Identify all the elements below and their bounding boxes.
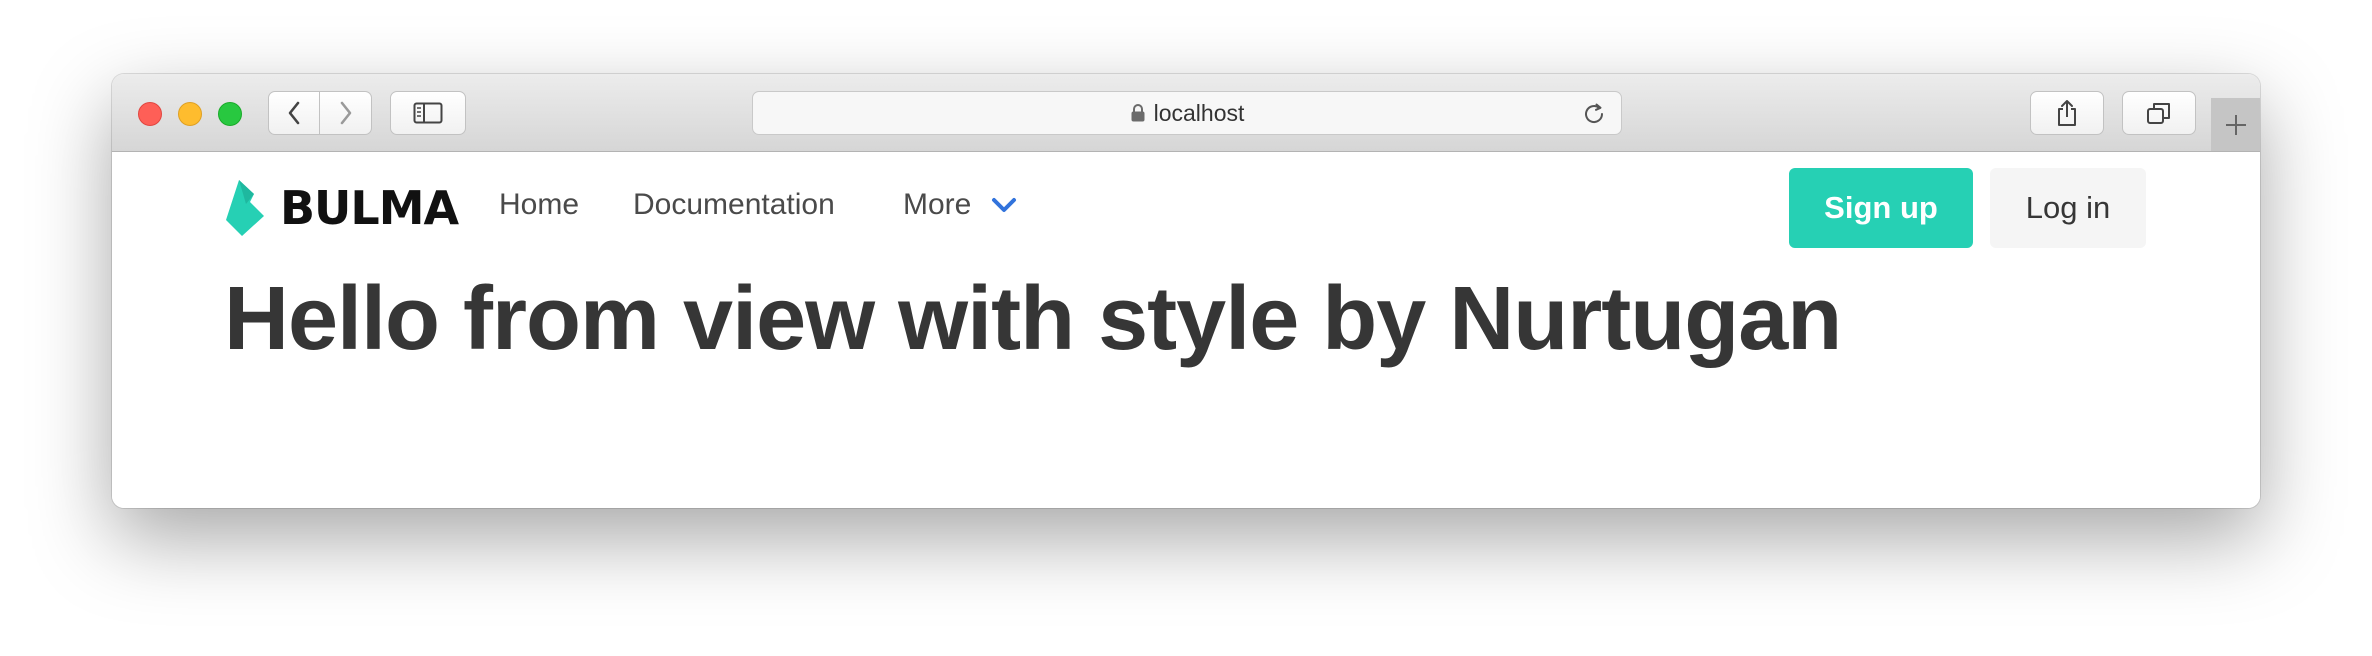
stage: localhost BULMA Home Documentation More … bbox=[0, 0, 2372, 656]
reload-icon[interactable] bbox=[1581, 101, 1607, 127]
sidebar-icon bbox=[413, 102, 443, 124]
back-button[interactable] bbox=[268, 91, 320, 135]
nav-item-more[interactable]: More bbox=[903, 188, 1017, 222]
tabs-icon bbox=[2147, 103, 2170, 124]
forward-button[interactable] bbox=[320, 91, 372, 135]
close-window-button[interactable] bbox=[138, 102, 162, 126]
brand-logo[interactable]: BULMA bbox=[226, 180, 459, 236]
lock-icon bbox=[1130, 103, 1146, 123]
chevron-right-icon bbox=[340, 101, 351, 125]
share-icon bbox=[2058, 100, 2076, 126]
history-navigation bbox=[268, 91, 372, 135]
share-button[interactable] bbox=[2030, 91, 2104, 135]
nav-item-home[interactable]: Home bbox=[499, 188, 579, 222]
page-content: BULMA Home Documentation More Sign up Lo… bbox=[112, 152, 2260, 508]
login-button[interactable]: Log in bbox=[1990, 168, 2146, 248]
new-tab-button[interactable] bbox=[2211, 98, 2260, 151]
show-tabs-button[interactable] bbox=[2122, 91, 2196, 135]
plus-icon bbox=[2225, 114, 2246, 135]
signup-button[interactable]: Sign up bbox=[1789, 168, 1973, 248]
address-bar[interactable]: localhost bbox=[752, 91, 1622, 135]
navbar: BULMA Home Documentation More Sign up Lo… bbox=[112, 152, 2260, 264]
fullscreen-window-button[interactable] bbox=[218, 102, 242, 126]
chevron-left-icon bbox=[288, 101, 300, 125]
browser-window: localhost BULMA Home Documentation More … bbox=[112, 74, 2260, 508]
address-text: localhost bbox=[1153, 99, 1245, 126]
nav-item-documentation[interactable]: Documentation bbox=[633, 188, 835, 222]
minimize-window-button[interactable] bbox=[178, 102, 202, 126]
nav-item-more-label: More bbox=[903, 188, 972, 221]
brand-text: BULMA bbox=[280, 181, 459, 235]
bulma-logo-icon bbox=[226, 180, 264, 236]
browser-toolbar: localhost bbox=[112, 74, 2260, 152]
sidebar-toggle-button[interactable] bbox=[390, 91, 466, 135]
chevron-down-icon bbox=[991, 196, 1017, 214]
page-title: Hello from view with style by Nurtugan bbox=[224, 269, 1842, 369]
